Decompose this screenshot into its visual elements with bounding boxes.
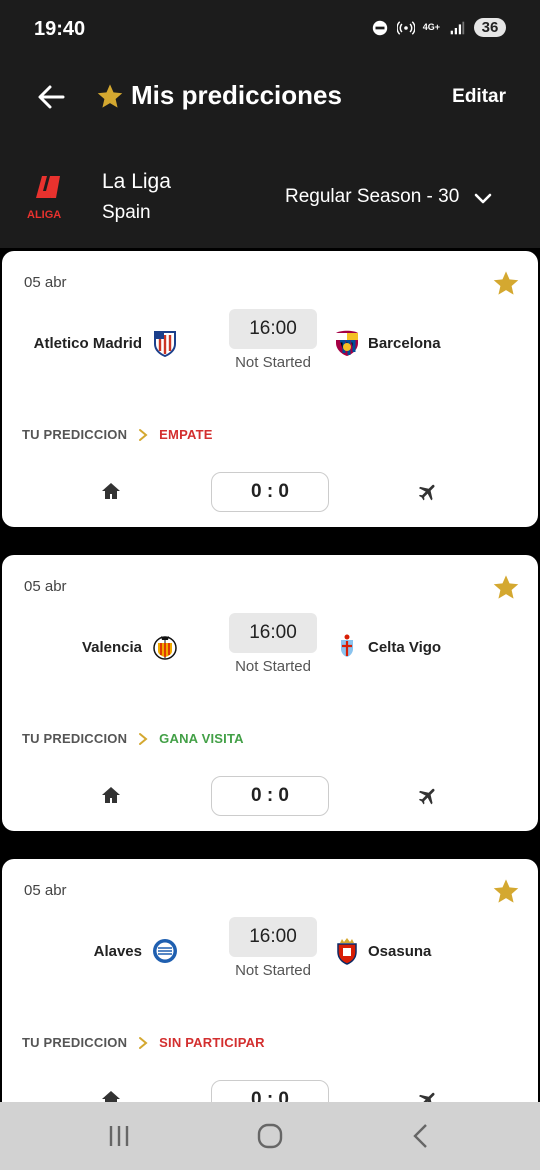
prediction-row[interactable]: TU PREDICCION SIN PARTICIPAR <box>22 1035 265 1050</box>
airplane-icon <box>418 788 435 805</box>
score-input[interactable]: 0 : 0 <box>211 776 329 816</box>
home-team-name: Atletico Madrid <box>33 334 142 352</box>
status-time: 19:40 <box>34 18 86 40</box>
system-nav-bar <box>0 1102 540 1170</box>
prediction-row[interactable]: TU PREDICCION GANA VISITA <box>22 731 244 746</box>
home-team-name: Valencia <box>81 638 142 656</box>
away-team-name: Osasuna <box>368 942 432 960</box>
chevron-down-icon[interactable] <box>472 188 494 210</box>
match-card[interactable]: 05 abr Atletico Madrid 16:00 Not Started… <box>2 251 538 527</box>
signal-icon <box>450 21 465 34</box>
round-dropdown[interactable]: Regular Season - 30 <box>285 186 459 208</box>
home-icon <box>102 787 120 803</box>
airplane-icon <box>418 484 435 501</box>
favorite-star-icon[interactable] <box>492 573 520 601</box>
kickoff-time: 16:00 <box>229 613 317 653</box>
match-status: Not Started <box>235 658 311 675</box>
valencia-crest-icon <box>153 636 177 660</box>
away-team: Barcelona <box>334 329 441 357</box>
chevron-right-icon <box>139 1036 148 1049</box>
prediction-label: TU PREDICCION <box>22 1035 128 1050</box>
alaves-crest-icon <box>153 939 177 963</box>
prediction-value: EMPATE <box>159 427 213 442</box>
atletico-madrid-crest-icon <box>154 331 176 357</box>
home-team: Valencia <box>82 633 178 661</box>
home-button-icon[interactable] <box>255 1122 285 1150</box>
favorite-star-icon[interactable] <box>492 877 520 905</box>
home-team: Alaves <box>94 937 178 965</box>
away-team-name: Barcelona <box>368 334 441 352</box>
prediction-label: TU PREDICCION <box>22 427 128 442</box>
home-team-name: Alaves <box>93 942 142 960</box>
app-header: Mis predicciones Editar <box>0 60 540 136</box>
match-card[interactable]: 05 abr Valencia 16:00 Not Started Celta … <box>2 555 538 831</box>
osasuna-crest-icon <box>337 938 357 965</box>
laliga-logo: ALIGA <box>27 176 61 221</box>
match-card[interactable]: 05 abr Alaves 16:00 Not Started Osasuna … <box>2 859 538 1135</box>
score-input[interactable]: 0 : 0 <box>211 472 329 512</box>
status-bar: 19:40 4G+ 36 <box>0 0 540 60</box>
home-team: Atletico Madrid <box>34 329 178 357</box>
match-date: 05 abr <box>24 882 67 899</box>
match-date: 05 abr <box>24 274 67 291</box>
battery-indicator: 36 <box>474 18 506 37</box>
status-icons: 4G+ 36 <box>371 18 506 37</box>
prediction-value: GANA VISITA <box>159 731 244 746</box>
barcelona-crest-icon <box>336 330 358 356</box>
page-title: Mis predicciones <box>131 80 342 110</box>
match-date: 05 abr <box>24 578 67 595</box>
away-team: Osasuna <box>334 937 431 965</box>
celta-vigo-crest-icon <box>341 634 353 657</box>
league-logo-text: ALIGA <box>27 209 61 221</box>
hotspot-icon <box>396 20 415 35</box>
back-arrow-icon[interactable] <box>36 82 66 112</box>
league-bar: ALIGA La Liga Spain Regular Season - 30 <box>0 136 540 248</box>
favorite-star-icon[interactable] <box>492 269 520 297</box>
match-status: Not Started <box>235 962 311 979</box>
prediction-label: TU PREDICCION <box>22 731 128 746</box>
league-name: La Liga <box>102 170 171 193</box>
chevron-right-icon <box>139 732 148 745</box>
back-button-icon[interactable] <box>406 1122 436 1150</box>
kickoff-time: 16:00 <box>229 309 317 349</box>
chevron-right-icon <box>139 428 148 441</box>
prediction-value: SIN PARTICIPAR <box>159 1035 265 1050</box>
recent-apps-icon[interactable] <box>104 1122 134 1150</box>
away-team: Celta Vigo <box>334 633 441 661</box>
kickoff-time: 16:00 <box>229 917 317 957</box>
match-status: Not Started <box>235 354 311 371</box>
star-icon <box>97 84 123 108</box>
home-icon <box>102 483 120 499</box>
network-type: 4G+ <box>422 22 440 32</box>
do-not-disturb-icon <box>372 20 387 35</box>
away-team-name: Celta Vigo <box>368 638 442 656</box>
edit-button[interactable]: Editar <box>452 86 506 108</box>
league-country: Spain <box>102 202 151 223</box>
prediction-row[interactable]: TU PREDICCION EMPATE <box>22 427 213 442</box>
